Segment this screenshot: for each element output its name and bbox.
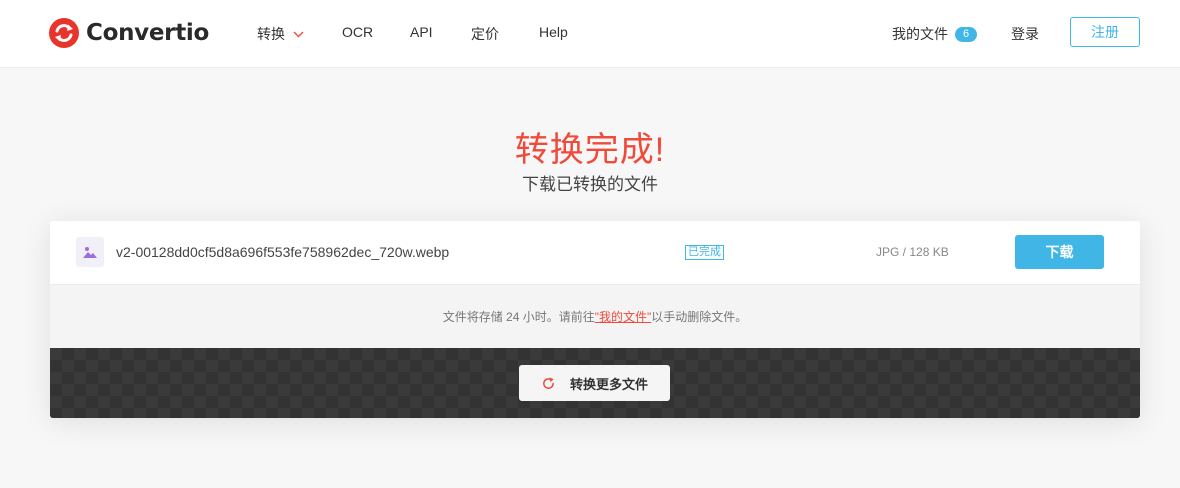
chevron-down-icon bbox=[293, 31, 304, 37]
image-icon bbox=[83, 247, 97, 258]
note-suffix: 以手动删除文件。 bbox=[651, 310, 748, 324]
my-files-link[interactable]: 我的文件 6 bbox=[892, 24, 977, 44]
register-button[interactable]: 注册 bbox=[1070, 17, 1140, 47]
refresh-icon bbox=[543, 376, 554, 389]
nav-ocr[interactable]: OCR bbox=[342, 24, 373, 40]
logo[interactable]: Convertio bbox=[49, 17, 209, 49]
file-name: v2-00128dd0cf5d8a696f553fe758962dec_720w… bbox=[116, 244, 450, 260]
nav-pricing[interactable]: 定价 bbox=[471, 24, 499, 44]
note-prefix: 文件将存储 24 小时。请前往 bbox=[442, 310, 595, 324]
file-format-size: JPG / 128 KB bbox=[876, 245, 949, 259]
nav-help[interactable]: Help bbox=[539, 24, 568, 40]
convert-more-label: 转换更多文件 bbox=[569, 376, 648, 392]
top-header: Convertio 转换 OCR API 定价 Help 我的文件 6 登录 注… bbox=[0, 0, 1180, 68]
logo-text: Convertio bbox=[86, 20, 209, 46]
file-row: v2-00128dd0cf5d8a696f553fe758962dec_720w… bbox=[50, 221, 1140, 284]
nav-api[interactable]: API bbox=[410, 24, 433, 40]
image-file-icon bbox=[76, 237, 104, 267]
action-bar: 转换更多文件 bbox=[50, 348, 1140, 418]
result-card: v2-00128dd0cf5d8a696f553fe758962dec_720w… bbox=[50, 221, 1140, 418]
convertio-logo-icon bbox=[49, 18, 79, 48]
login-link[interactable]: 登录 bbox=[1011, 24, 1039, 44]
convert-more-button[interactable]: 转换更多文件 bbox=[519, 365, 670, 401]
page-subtitle: 下载已转换的文件 bbox=[522, 175, 658, 194]
nav-convert-label: 转换 bbox=[257, 26, 285, 42]
status-badge: 已完成 bbox=[685, 245, 724, 260]
storage-note: 文件将存储 24 小时。请前往 "我的文件" 以手动删除文件。 bbox=[50, 284, 1140, 348]
nav-convert[interactable]: 转换 bbox=[257, 24, 304, 44]
download-button[interactable]: 下载 bbox=[1015, 235, 1104, 269]
my-files-label: 我的文件 bbox=[892, 26, 948, 42]
page-title: 转换完成! bbox=[514, 131, 666, 169]
files-count-badge: 6 bbox=[955, 26, 977, 42]
my-files-note-link[interactable]: "我的文件" bbox=[595, 308, 652, 325]
